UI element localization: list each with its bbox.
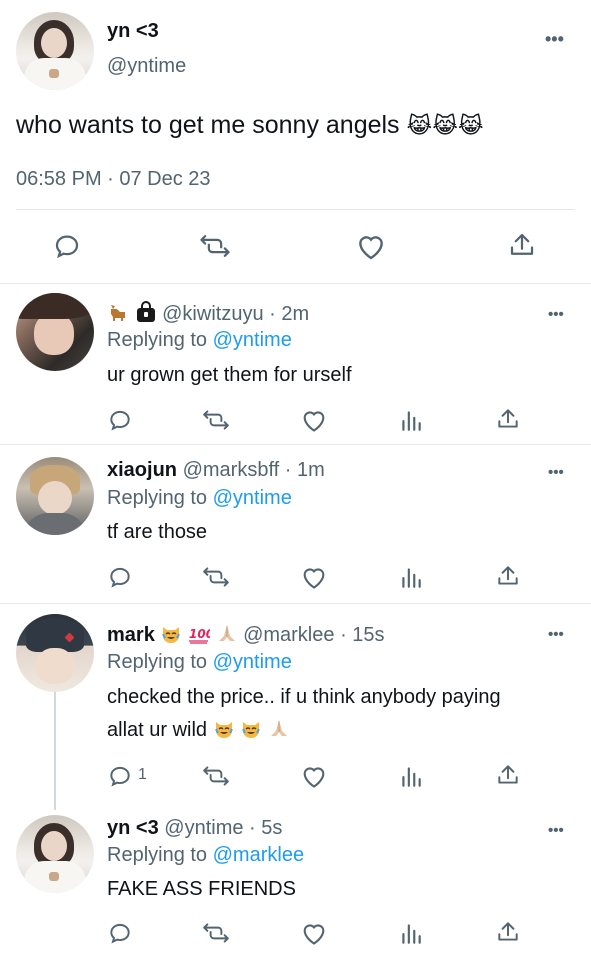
more-icon[interactable]: ••• bbox=[548, 307, 564, 322]
views-icon[interactable] bbox=[398, 564, 424, 590]
reply-text-line2-content: allat ur wild bbox=[107, 719, 208, 741]
main-tweet-text-content: who wants to get me sonny angels bbox=[16, 111, 400, 139]
hundred-emoji: 100 bbox=[188, 624, 214, 650]
replying-to: Replying to @yntime bbox=[107, 329, 292, 352]
joy-cat-emoji bbox=[240, 719, 262, 745]
share-icon[interactable] bbox=[495, 406, 521, 432]
replying-to-handle[interactable]: @marklee bbox=[213, 844, 304, 866]
views-icon[interactable] bbox=[398, 920, 424, 946]
reply-display-name: yn <3 bbox=[107, 817, 159, 839]
retweet-icon[interactable] bbox=[199, 231, 231, 261]
reply-handle: @kiwitzuyu bbox=[162, 303, 264, 325]
replying-label: Replying to bbox=[107, 844, 208, 866]
share-icon[interactable] bbox=[495, 919, 521, 945]
more-icon[interactable]: ••• bbox=[545, 30, 564, 48]
reply-text-line1: checked the price.. if u think anybody p… bbox=[107, 686, 501, 708]
reply-avatar[interactable] bbox=[16, 614, 94, 692]
main-timestamp[interactable]: 06:58 PM · 07 Dec 23 bbox=[16, 168, 211, 191]
replying-to-handle[interactable]: @yntime bbox=[213, 487, 292, 509]
reply-handle: @marklee bbox=[243, 624, 335, 646]
reply-display-name: mark bbox=[107, 624, 155, 646]
replying-to: Replying to @yntime bbox=[107, 487, 292, 510]
retweet-icon[interactable] bbox=[202, 763, 230, 789]
pray-emoji bbox=[216, 624, 238, 650]
retweet-icon[interactable] bbox=[202, 564, 230, 590]
reply-icon[interactable] bbox=[107, 763, 133, 789]
reply-time: · 2m bbox=[269, 303, 310, 325]
replying-label: Replying to bbox=[107, 651, 208, 673]
reply-text: tf are those bbox=[107, 521, 208, 543]
reply-name-line[interactable]: xiaojun @marksbff · 1m bbox=[107, 459, 325, 482]
joy-cat-emoji bbox=[213, 719, 235, 745]
share-icon[interactable] bbox=[495, 762, 521, 788]
main-display-name[interactable]: yn <3 bbox=[107, 20, 159, 43]
more-icon[interactable]: ••• bbox=[548, 823, 564, 838]
divider bbox=[0, 444, 591, 445]
reply-text: ur grown get them for urself bbox=[107, 364, 352, 386]
divider bbox=[0, 283, 591, 284]
share-icon[interactable] bbox=[495, 563, 521, 589]
reply-icon[interactable] bbox=[52, 231, 82, 261]
like-icon[interactable] bbox=[300, 920, 328, 946]
main-tweet-emojis: 😹😹😹 bbox=[406, 114, 484, 139]
pray-emoji bbox=[268, 719, 290, 745]
retweet-icon[interactable] bbox=[202, 407, 230, 433]
joy-cat-emoji bbox=[160, 624, 182, 650]
more-icon[interactable]: ••• bbox=[548, 465, 564, 480]
replying-label: Replying to bbox=[107, 487, 208, 509]
thread-line bbox=[54, 692, 56, 810]
like-icon[interactable] bbox=[300, 763, 328, 789]
replying-to-handle[interactable]: @yntime bbox=[213, 329, 292, 351]
retweet-icon[interactable] bbox=[202, 920, 230, 946]
replying-label: Replying to bbox=[107, 329, 208, 351]
reply-text: FAKE ASS FRIENDS bbox=[107, 878, 296, 900]
like-icon[interactable] bbox=[300, 407, 328, 433]
share-icon[interactable] bbox=[507, 230, 537, 260]
like-icon[interactable] bbox=[355, 231, 387, 261]
replying-to: Replying to @marklee bbox=[107, 844, 304, 867]
reply-avatar[interactable] bbox=[16, 293, 94, 371]
reply-name-line[interactable]: yn <3 @yntime · 5s bbox=[107, 817, 282, 840]
reply-handle: @yntime bbox=[164, 817, 244, 839]
more-icon[interactable]: ••• bbox=[548, 627, 564, 642]
reply-text-line2: allat ur wild bbox=[107, 719, 290, 745]
replying-to-handle[interactable]: @yntime bbox=[213, 651, 292, 673]
main-avatar[interactable] bbox=[16, 12, 94, 90]
divider bbox=[16, 209, 575, 210]
views-icon[interactable] bbox=[398, 407, 424, 433]
lock-bag-emoji bbox=[135, 301, 157, 329]
like-icon[interactable] bbox=[300, 564, 328, 590]
reply-display-name: xiaojun bbox=[107, 459, 178, 481]
reply-icon[interactable] bbox=[107, 564, 133, 590]
svg-text:100: 100 bbox=[189, 627, 210, 641]
reply-count: 1 bbox=[138, 766, 147, 783]
reply-name-line[interactable]: mark 100 @marklee · 15s bbox=[107, 624, 385, 650]
main-tweet-text: who wants to get me sonny angels 😹😹😹 bbox=[16, 111, 484, 140]
reply-time: · 1m bbox=[284, 459, 325, 481]
replying-to: Replying to @yntime bbox=[107, 651, 292, 674]
views-icon[interactable] bbox=[398, 763, 424, 789]
reply-icon[interactable] bbox=[107, 407, 133, 433]
reply-handle: @marksbff bbox=[182, 459, 280, 481]
reply-avatar[interactable] bbox=[16, 815, 94, 893]
deer-emoji bbox=[107, 303, 129, 329]
reply-icon[interactable] bbox=[107, 920, 133, 946]
reply-avatar[interactable] bbox=[16, 457, 94, 535]
divider bbox=[0, 603, 591, 604]
main-handle[interactable]: @yntime bbox=[107, 55, 186, 78]
reply-name-line[interactable]: @kiwitzuyu · 2m bbox=[107, 301, 309, 329]
reply-time: · 15s bbox=[340, 624, 385, 646]
reply-time: · 5s bbox=[249, 817, 283, 839]
